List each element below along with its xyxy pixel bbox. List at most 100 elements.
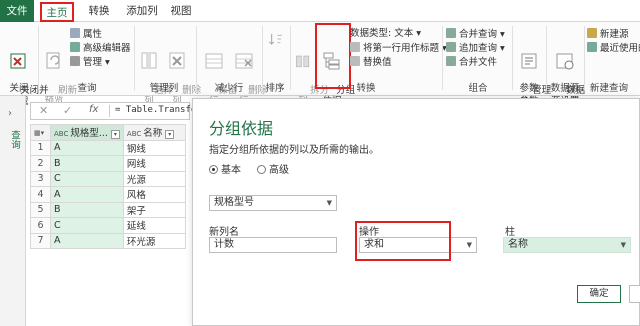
row-number: 7 bbox=[30, 232, 51, 249]
table-row[interactable]: 2 B 网线 bbox=[30, 155, 186, 172]
table-corner[interactable]: ▦▾ bbox=[30, 124, 51, 141]
first-row-header-label: 将第一行用作标题 bbox=[363, 43, 440, 54]
table-row[interactable]: 7 A 环光源 bbox=[30, 232, 186, 249]
group-column-select[interactable]: 规格型号 ▼ bbox=[209, 195, 337, 211]
first-row-header-button[interactable]: 将第一行用作标题 ▾ bbox=[350, 42, 447, 54]
table-cell[interactable]: 架子 bbox=[122, 201, 186, 218]
advanced-editor-button[interactable]: 高级编辑器 bbox=[70, 42, 131, 54]
group-column-value: 规格型号 bbox=[214, 197, 254, 208]
group-divider bbox=[134, 26, 135, 90]
tab-add-column[interactable]: 添加列 bbox=[122, 3, 162, 21]
sort-icon bbox=[269, 33, 282, 45]
replace-values-button[interactable]: 替换值 bbox=[350, 56, 392, 68]
recent-sources-icon bbox=[587, 42, 597, 52]
column-select[interactable]: 名称 ▼ bbox=[503, 237, 631, 253]
dialog-title: 分组依据 bbox=[209, 119, 274, 138]
tab-file[interactable]: 文件 bbox=[0, 0, 34, 22]
column-label: 柱 bbox=[505, 227, 515, 238]
new-column-name-value: 计数 bbox=[214, 239, 234, 250]
tab-home[interactable]: 主页 bbox=[40, 2, 74, 22]
table-row[interactable]: 4 A 风格 bbox=[30, 186, 186, 203]
group-label-new-query: 新建查询 bbox=[590, 83, 629, 94]
parameters-icon bbox=[521, 53, 537, 69]
first-row-header-icon bbox=[350, 42, 360, 52]
data-preview-grid: ▦▾ ABC 规格型... ▾ ABC 名称 ▾ 1 A 钢线 2 B 网线 3 C 光源 4 A 风格… bbox=[30, 124, 190, 249]
data-type-label: 数据类型: 文本 bbox=[350, 28, 414, 39]
table-cell[interactable]: A bbox=[50, 186, 124, 203]
manage-icon bbox=[70, 56, 80, 66]
fx-icon[interactable]: fx bbox=[89, 104, 98, 115]
column-header-label: 名称 bbox=[143, 128, 163, 140]
replace-values-label: 替换值 bbox=[363, 57, 392, 68]
group-divider bbox=[290, 26, 291, 90]
table-cell[interactable]: B bbox=[50, 155, 124, 172]
table-cell[interactable]: 延线 bbox=[122, 217, 186, 234]
dialog-description: 指定分组所依据的列以及所需的输出。 bbox=[209, 145, 379, 156]
table-header-row: ▦▾ ABC 规格型... ▾ ABC 名称 ▾ bbox=[30, 124, 186, 141]
radio-advanced-label: 高级 bbox=[269, 165, 289, 176]
table-cell[interactable]: A bbox=[50, 232, 124, 249]
cancel-button[interactable] bbox=[629, 285, 640, 303]
tab-transform[interactable]: 转换 bbox=[84, 3, 114, 21]
column-header[interactable]: ABC 规格型... ▾ bbox=[50, 124, 124, 141]
radio-basic[interactable]: 基本 bbox=[209, 161, 241, 176]
append-queries-label: 追加查询 bbox=[459, 43, 498, 54]
filter-dropdown-icon[interactable]: ▾ bbox=[110, 130, 120, 140]
new-source-button[interactable]: 新建源 bbox=[587, 28, 629, 40]
table-cell[interactable]: 风格 bbox=[122, 186, 186, 203]
ok-button[interactable]: 确定 bbox=[577, 285, 621, 303]
merge-queries-button[interactable]: 合并查询 ▾ bbox=[446, 28, 505, 40]
table-row[interactable]: 5 B 架子 bbox=[30, 201, 186, 218]
group-divider bbox=[512, 26, 513, 90]
new-source-icon bbox=[587, 28, 597, 38]
tab-view[interactable]: 视图 bbox=[166, 3, 196, 21]
table-cell[interactable]: 网线 bbox=[122, 155, 186, 172]
group-divider bbox=[196, 26, 197, 90]
formula-text[interactable]: = Table.Transfo bbox=[115, 105, 196, 115]
new-column-name-input[interactable]: 计数 bbox=[209, 237, 337, 253]
table-cell[interactable]: 钢线 bbox=[122, 139, 186, 156]
chevron-down-icon: ▼ bbox=[326, 199, 332, 207]
recent-sources-label: 最近使用的 bbox=[600, 43, 640, 54]
chevron-down-icon: ▼ bbox=[620, 241, 626, 249]
table-cell[interactable]: 环光源 bbox=[122, 232, 186, 249]
table-row[interactable]: 6 C 延线 bbox=[30, 217, 186, 234]
combine-files-button[interactable]: 合并文件 bbox=[446, 56, 497, 68]
ribbon-tabbar: 文件 主页 转换 添加列 视图 bbox=[0, 0, 640, 22]
group-label-query: 查询 bbox=[77, 83, 97, 94]
split-column-icon bbox=[296, 55, 310, 68]
append-queries-button[interactable]: 追加查询 ▾ bbox=[446, 42, 505, 54]
cancel-icon[interactable]: ✕ bbox=[39, 104, 48, 117]
properties-button[interactable]: 属性 bbox=[70, 28, 102, 40]
table-cell[interactable]: B bbox=[50, 201, 124, 218]
sort-button[interactable] bbox=[266, 28, 286, 52]
filter-dropdown-icon[interactable]: ▾ bbox=[165, 130, 175, 140]
operation-highlight bbox=[355, 221, 451, 261]
remove-columns-icon bbox=[169, 52, 185, 69]
expand-icon[interactable]: › bbox=[8, 108, 12, 119]
close-load-icon bbox=[10, 53, 26, 69]
table-menu-icon: ▦▾ bbox=[34, 128, 45, 137]
confirm-icon[interactable]: ✓ bbox=[63, 104, 72, 117]
combine-files-label: 合并文件 bbox=[459, 57, 498, 68]
recent-sources-button[interactable]: 最近使用的 bbox=[587, 42, 640, 54]
group-divider bbox=[546, 26, 547, 90]
queries-pane[interactable]: › 查询 bbox=[0, 96, 26, 326]
remove-rows-icon bbox=[235, 53, 253, 69]
data-type-button[interactable]: 数据类型: 文本 ▾ bbox=[350, 28, 421, 40]
column-header[interactable]: ABC 名称 ▾ bbox=[122, 124, 186, 141]
table-cell[interactable]: C bbox=[50, 170, 124, 187]
power-query-editor: 文件 主页 转换 添加列 视图 关闭并 上载 关闭 刷新 预览 属性 高级编辑器… bbox=[0, 0, 640, 326]
group-by-dialog: 分组依据 指定分组所依据的列以及所需的输出。 基本 高级 规格型号 ▼ 新列名 … bbox=[192, 98, 640, 326]
table-cell[interactable]: 光源 bbox=[122, 170, 186, 187]
row-number: 3 bbox=[30, 170, 51, 187]
ribbon: 关闭并 上载 关闭 刷新 预览 属性 高级编辑器 管理 ▾ 查询 选择 列 删除… bbox=[0, 22, 640, 107]
row-number: 1 bbox=[30, 139, 51, 156]
table-cell[interactable]: A bbox=[50, 139, 124, 156]
radio-advanced[interactable]: 高级 bbox=[257, 161, 289, 176]
group-label-sort: 排序 bbox=[265, 83, 285, 94]
manage-button[interactable]: 管理 ▾ bbox=[70, 56, 110, 68]
table-row[interactable]: 1 A 钢线 bbox=[30, 139, 186, 156]
table-row[interactable]: 3 C 光源 bbox=[30, 170, 186, 187]
table-cell[interactable]: C bbox=[50, 217, 124, 234]
